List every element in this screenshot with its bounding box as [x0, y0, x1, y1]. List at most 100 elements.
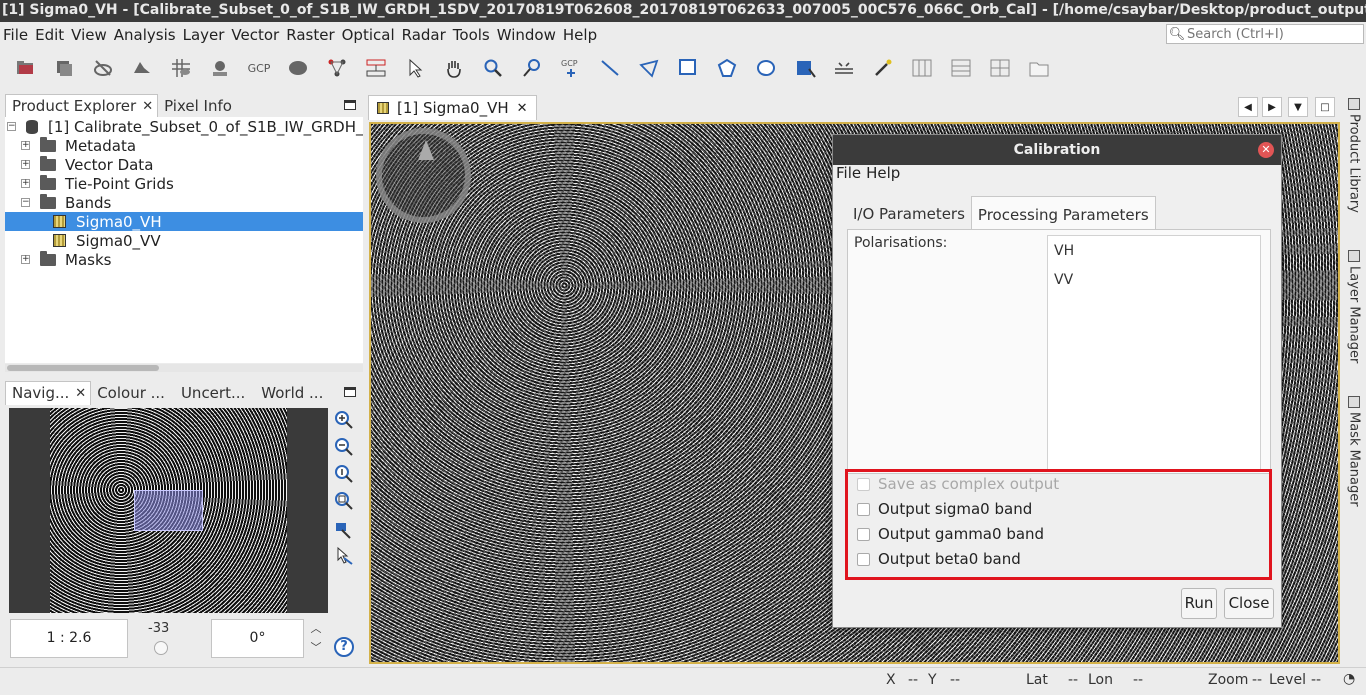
band-maths-icon[interactable]: [90, 55, 116, 81]
expand-icon[interactable]: +: [21, 255, 30, 264]
tree-tie-point-grids[interactable]: + Tie-Point Grids: [21, 174, 174, 193]
zoom-in-icon[interactable]: [333, 409, 355, 431]
sync-cursor-icon[interactable]: [333, 545, 355, 567]
polarisation-item-vv[interactable]: VV: [1054, 272, 1073, 288]
pixel-grid-icon[interactable]: [168, 55, 194, 81]
menu-window[interactable]: Window: [494, 23, 560, 47]
zoom-all-icon[interactable]: [333, 490, 355, 512]
tab-processing-parameters[interactable]: Processing Parameters: [970, 196, 1156, 230]
pin-placing-icon[interactable]: [519, 55, 545, 81]
scroll-right-icon[interactable]: ▶: [1262, 97, 1282, 117]
checkbox-box[interactable]: [857, 502, 870, 516]
new-vector-icon[interactable]: [792, 55, 818, 81]
tree-product-node[interactable]: − [1] Calibrate_Subset_0_of_S1B_IW_GRDH_…: [7, 117, 363, 136]
menu-help[interactable]: Help: [560, 23, 601, 47]
tab-image-view[interactable]: [1] Sigma0_VH ✕: [368, 95, 537, 120]
dialog-menu-help[interactable]: Help: [865, 163, 904, 183]
tile-horizontal-icon[interactable]: [909, 55, 935, 81]
rotation-slider[interactable]: [154, 641, 168, 655]
ellipse-icon[interactable]: [753, 55, 779, 81]
close-icon[interactable]: ✕: [142, 95, 153, 118]
viewport-rectangle[interactable]: [134, 490, 203, 531]
menu-raster[interactable]: Raster: [283, 23, 338, 47]
tab-colour[interactable]: Colour ...: [91, 381, 169, 405]
dialog-close-icon[interactable]: ✕: [1258, 142, 1274, 158]
tab-world[interactable]: World ...: [255, 381, 327, 405]
polarisation-item-vh[interactable]: VH: [1054, 243, 1074, 259]
filter-icon[interactable]: [129, 55, 155, 81]
collapse-icon[interactable]: −: [7, 122, 16, 131]
tree-metadata[interactable]: + Metadata: [21, 136, 136, 155]
tree-masks[interactable]: + Masks: [21, 250, 111, 269]
pan-hand-icon[interactable]: [441, 55, 467, 81]
tree-band-sigma0-vh[interactable]: Sigma0_VH: [5, 212, 363, 231]
dialog-menu-file[interactable]: File: [835, 163, 865, 183]
tab-uncertainty[interactable]: Uncert...: [175, 381, 249, 405]
folder-icon[interactable]: [1026, 55, 1052, 81]
gcp-label[interactable]: GCP: [246, 55, 272, 81]
save-product-icon[interactable]: [51, 55, 77, 81]
document-list-icon[interactable]: ▼: [1288, 97, 1308, 117]
scrollbar-thumb[interactable]: [7, 365, 159, 371]
statistics-icon[interactable]: [207, 55, 233, 81]
tab-io-parameters[interactable]: I/O Parameters: [847, 196, 971, 230]
help-icon[interactable]: ?: [334, 637, 354, 657]
graph-icon[interactable]: [324, 55, 350, 81]
tree-horizontal-scrollbar[interactable]: [5, 364, 363, 372]
run-button[interactable]: Run: [1181, 588, 1217, 619]
checkbox-box[interactable]: [857, 552, 870, 566]
expand-icon[interactable]: +: [21, 141, 30, 150]
menu-vector[interactable]: Vector: [228, 23, 283, 47]
polygon-drawing-icon[interactable]: [714, 55, 740, 81]
polarisations-list[interactable]: VH VV: [1047, 235, 1261, 472]
chevron-down-icon[interactable]: ﹀: [306, 638, 326, 657]
close-icon[interactable]: ✕: [517, 101, 528, 116]
tree-band-sigma0-vv[interactable]: Sigma0_VV: [53, 231, 161, 250]
menu-view[interactable]: View: [68, 23, 111, 47]
select-arrow-icon[interactable]: [402, 55, 428, 81]
scale-field[interactable]: 1 : 2.6: [10, 619, 128, 658]
save-complex-checkbox[interactable]: Save as complex output: [857, 475, 1059, 493]
polyline-icon[interactable]: [636, 55, 662, 81]
tab-navigation[interactable]: Navig... ✕: [5, 381, 92, 405]
menu-radar[interactable]: Radar: [399, 23, 450, 47]
chevron-up-icon[interactable]: ︿: [306, 619, 326, 638]
angle-stepper[interactable]: ︿ ﹀: [306, 619, 326, 658]
scroll-left-icon[interactable]: ◀: [1238, 97, 1258, 117]
open-product-icon[interactable]: [12, 55, 38, 81]
side-tab-layer-manager[interactable]: Layer Manager: [1344, 250, 1364, 380]
tree-bands[interactable]: − Bands: [21, 193, 111, 212]
menu-edit[interactable]: Edit: [32, 23, 68, 47]
expand-icon[interactable]: +: [21, 179, 30, 188]
navigation-compass[interactable]: [376, 128, 471, 223]
menu-analysis[interactable]: Analysis: [111, 23, 180, 47]
tree-vector-data[interactable]: + Vector Data: [21, 155, 153, 174]
collapse-icon[interactable]: −: [21, 198, 30, 207]
tab-pixel-info[interactable]: Pixel Info: [158, 94, 236, 118]
zoom-icon[interactable]: [480, 55, 506, 81]
expand-icon[interactable]: +: [21, 160, 30, 169]
sync-views-icon[interactable]: [333, 519, 355, 541]
rectangle-icon[interactable]: [675, 55, 701, 81]
search-box[interactable]: 🔍︎: [1166, 24, 1364, 44]
maximize-icon[interactable]: □: [1315, 97, 1335, 117]
close-icon[interactable]: ✕: [75, 382, 86, 405]
output-beta0-checkbox[interactable]: Output beta0 band: [857, 550, 1021, 568]
zoom-actual-icon[interactable]: [333, 463, 355, 485]
tile-grid-icon[interactable]: [987, 55, 1013, 81]
magic-wand-icon[interactable]: [870, 55, 896, 81]
checkbox-box[interactable]: [857, 527, 870, 541]
range-finder-icon[interactable]: [831, 55, 857, 81]
zoom-out-icon[interactable]: [333, 436, 355, 458]
side-tab-mask-manager[interactable]: Mask Manager: [1344, 396, 1364, 526]
menu-file[interactable]: File: [0, 23, 32, 47]
navigation-overview[interactable]: [9, 408, 328, 613]
search-input[interactable]: [1187, 26, 1357, 42]
checkbox-box[interactable]: [857, 477, 870, 491]
close-button[interactable]: Close: [1224, 588, 1274, 619]
gcp-placing-icon[interactable]: GCP: [558, 55, 584, 81]
minimize-icon[interactable]: [344, 387, 356, 397]
menu-tools[interactable]: Tools: [450, 23, 494, 47]
menu-optical[interactable]: Optical: [339, 23, 399, 47]
output-sigma0-checkbox[interactable]: Output sigma0 band: [857, 500, 1032, 518]
